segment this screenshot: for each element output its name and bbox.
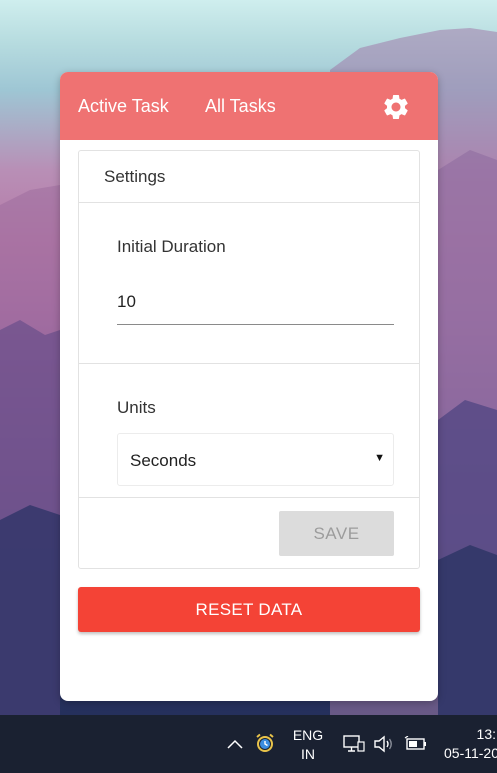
clock-time: 13: (476, 726, 496, 742)
reset-data-button[interactable]: RESET DATA (78, 587, 420, 632)
settings-title: Settings (79, 151, 419, 203)
units-label: Units (117, 398, 156, 417)
initial-duration-label: Initial Duration (117, 237, 226, 256)
battery-icon[interactable] (404, 732, 428, 756)
save-button[interactable]: SAVE (279, 511, 394, 556)
language-region: IN (301, 746, 315, 762)
dropdown-arrow-icon: ▼ (374, 452, 385, 464)
popup-header: Active Task All Tasks (60, 72, 438, 140)
clock-date: 05-11-20 (444, 745, 497, 761)
divider (79, 363, 419, 364)
divider (79, 497, 419, 498)
language-code: ENG (292, 727, 324, 743)
extension-popup: Active Task All Tasks Settings Initial D… (60, 72, 438, 701)
volume-icon[interactable] (372, 732, 396, 756)
taskbar: ENG IN 13: 05-11-20 (0, 715, 497, 773)
units-select[interactable]: Seconds ▼ (117, 433, 394, 486)
gear-icon[interactable] (381, 92, 411, 122)
network-icon[interactable] (342, 732, 366, 756)
alarm-clock-icon[interactable] (254, 732, 276, 754)
units-selected-value: Seconds (130, 451, 197, 470)
tab-active-task[interactable]: Active Task (78, 96, 169, 117)
taskbar-clock[interactable]: 13: 05-11-20 (440, 725, 497, 763)
language-indicator[interactable]: ENG IN (288, 725, 328, 765)
tab-all-tasks[interactable]: All Tasks (205, 96, 276, 117)
chevron-up-icon[interactable] (224, 733, 246, 755)
initial-duration-input[interactable] (117, 279, 394, 325)
settings-card: Settings Initial Duration Units Seconds … (78, 150, 420, 569)
